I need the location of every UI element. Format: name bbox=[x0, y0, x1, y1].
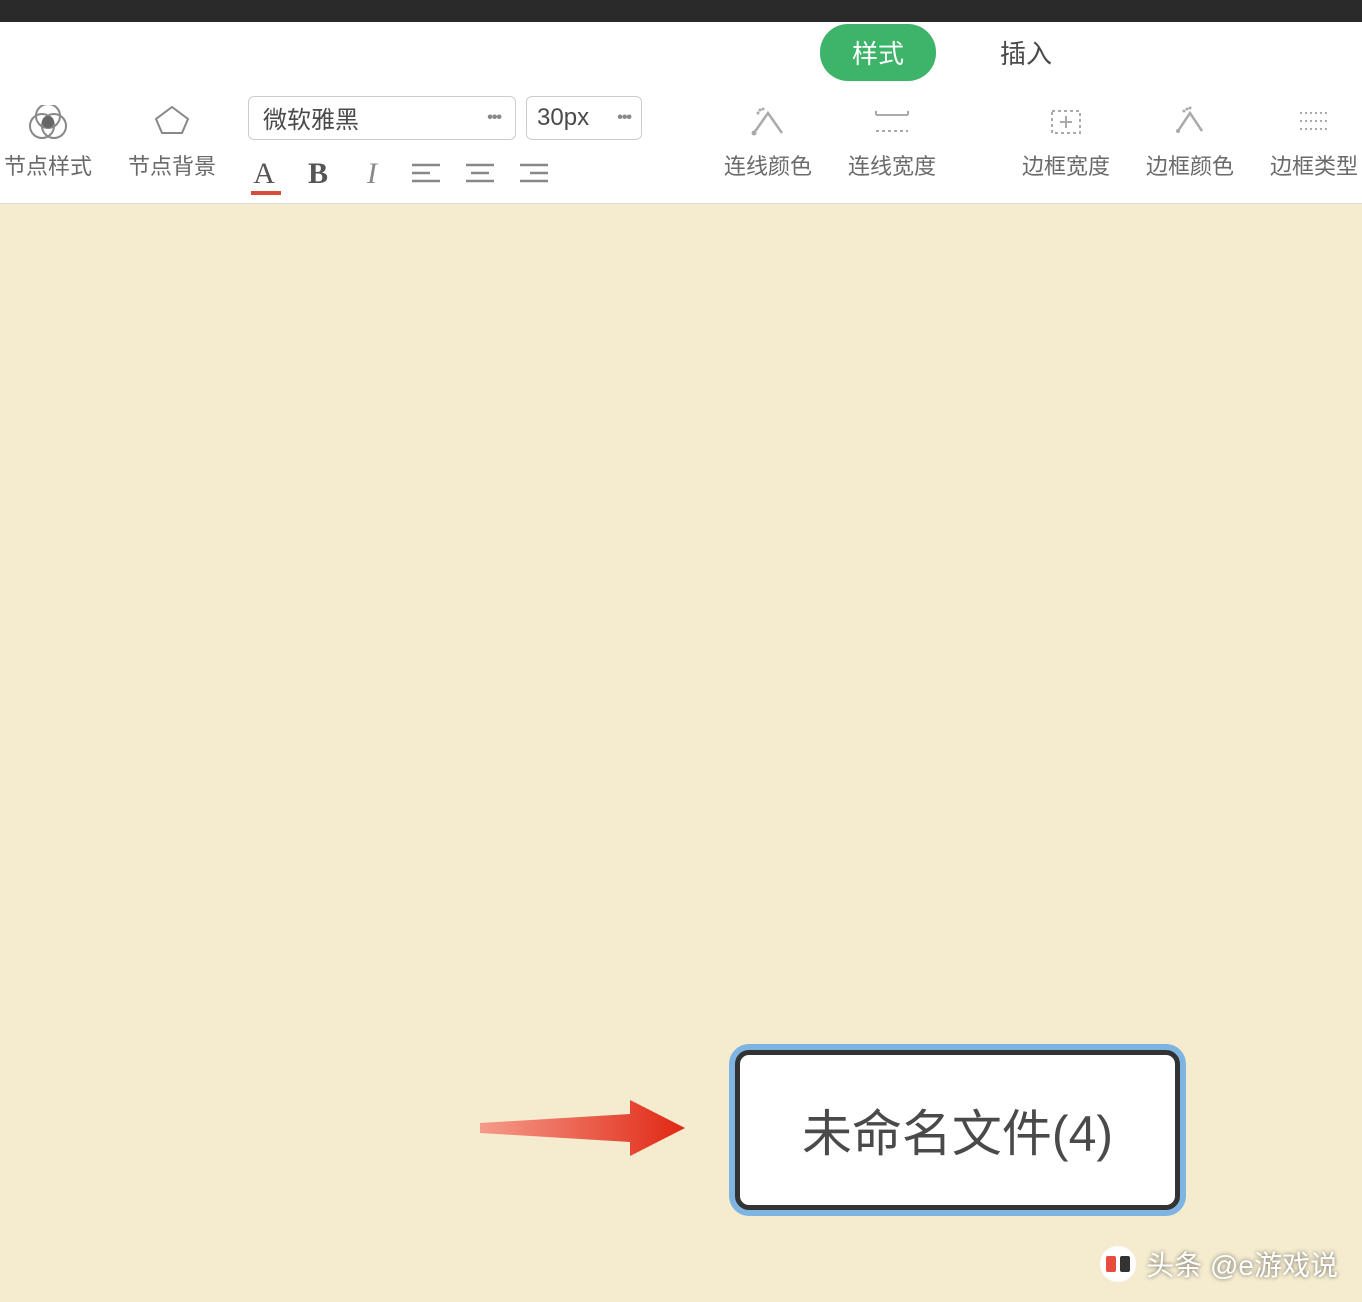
font-format-group: 微软雅黑 ••• 30px ••• A B I bbox=[234, 82, 656, 203]
ribbon-tabs: 样式 插入 bbox=[0, 22, 1362, 82]
tab-style[interactable]: 样式 bbox=[820, 24, 936, 81]
node-style-label: 节点样式 bbox=[4, 149, 92, 181]
border-width-label: 边框宽度 bbox=[1022, 149, 1110, 181]
font-size-value: 30px bbox=[537, 104, 589, 132]
node-background-label: 节点背景 bbox=[128, 149, 216, 181]
root-node[interactable]: 未命名文件(4) bbox=[735, 1050, 1180, 1210]
annotation-arrow-icon bbox=[480, 1088, 690, 1168]
watermark-text: 头条 @e游戏说 bbox=[1146, 1244, 1338, 1284]
line-color-label: 连线颜色 bbox=[724, 149, 812, 181]
node-background-icon bbox=[153, 105, 191, 139]
style-toolbar: 节点样式 节点背景 微软雅黑 ••• 30px ••• A B bbox=[0, 82, 1362, 204]
watermark: 头条 @e游戏说 bbox=[1100, 1244, 1338, 1284]
bold-icon: B bbox=[308, 157, 328, 191]
node-background-tool[interactable]: 节点背景 bbox=[110, 82, 234, 203]
font-family-select[interactable]: 微软雅黑 ••• bbox=[248, 96, 516, 140]
bold-button[interactable]: B bbox=[302, 158, 334, 190]
node-style-icon bbox=[28, 105, 68, 139]
root-node-text: 未命名文件(4) bbox=[802, 1094, 1113, 1166]
border-type-tool[interactable]: 边框类型 bbox=[1252, 82, 1362, 203]
line-color-icon bbox=[748, 105, 788, 139]
line-width-tool[interactable]: 连线宽度 bbox=[830, 82, 954, 203]
border-color-icon bbox=[1170, 105, 1210, 139]
window-title-bar bbox=[0, 0, 1362, 22]
more-icon: ••• bbox=[617, 109, 631, 127]
font-size-select[interactable]: 30px ••• bbox=[526, 96, 642, 140]
align-center-icon bbox=[466, 163, 494, 185]
tab-insert[interactable]: 插入 bbox=[976, 24, 1076, 81]
node-style-tool[interactable]: 节点样式 bbox=[0, 82, 110, 203]
italic-button[interactable]: I bbox=[356, 158, 388, 190]
font-color-icon: A bbox=[253, 157, 275, 191]
more-icon: ••• bbox=[487, 109, 501, 127]
border-color-label: 边框颜色 bbox=[1146, 149, 1234, 181]
border-color-tool[interactable]: 边框颜色 bbox=[1128, 82, 1252, 203]
mindmap-canvas[interactable]: 未命名文件(4) 头条 @e游戏说 bbox=[0, 204, 1362, 1302]
align-center-button[interactable] bbox=[464, 158, 496, 190]
align-right-icon bbox=[520, 163, 548, 185]
watermark-logo-icon bbox=[1100, 1246, 1136, 1282]
line-color-tool[interactable]: 连线颜色 bbox=[706, 82, 830, 203]
line-width-label: 连线宽度 bbox=[848, 149, 936, 181]
font-color-button[interactable]: A bbox=[248, 158, 280, 190]
font-family-value: 微软雅黑 bbox=[263, 100, 359, 135]
line-width-icon bbox=[872, 105, 912, 139]
align-left-button[interactable] bbox=[410, 158, 442, 190]
border-width-icon bbox=[1046, 105, 1086, 139]
italic-icon: I bbox=[367, 157, 377, 191]
border-type-label: 边框类型 bbox=[1270, 149, 1358, 181]
border-width-tool[interactable]: 边框宽度 bbox=[1004, 82, 1128, 203]
align-right-button[interactable] bbox=[518, 158, 550, 190]
border-type-icon bbox=[1294, 105, 1334, 139]
align-left-icon bbox=[412, 163, 440, 185]
